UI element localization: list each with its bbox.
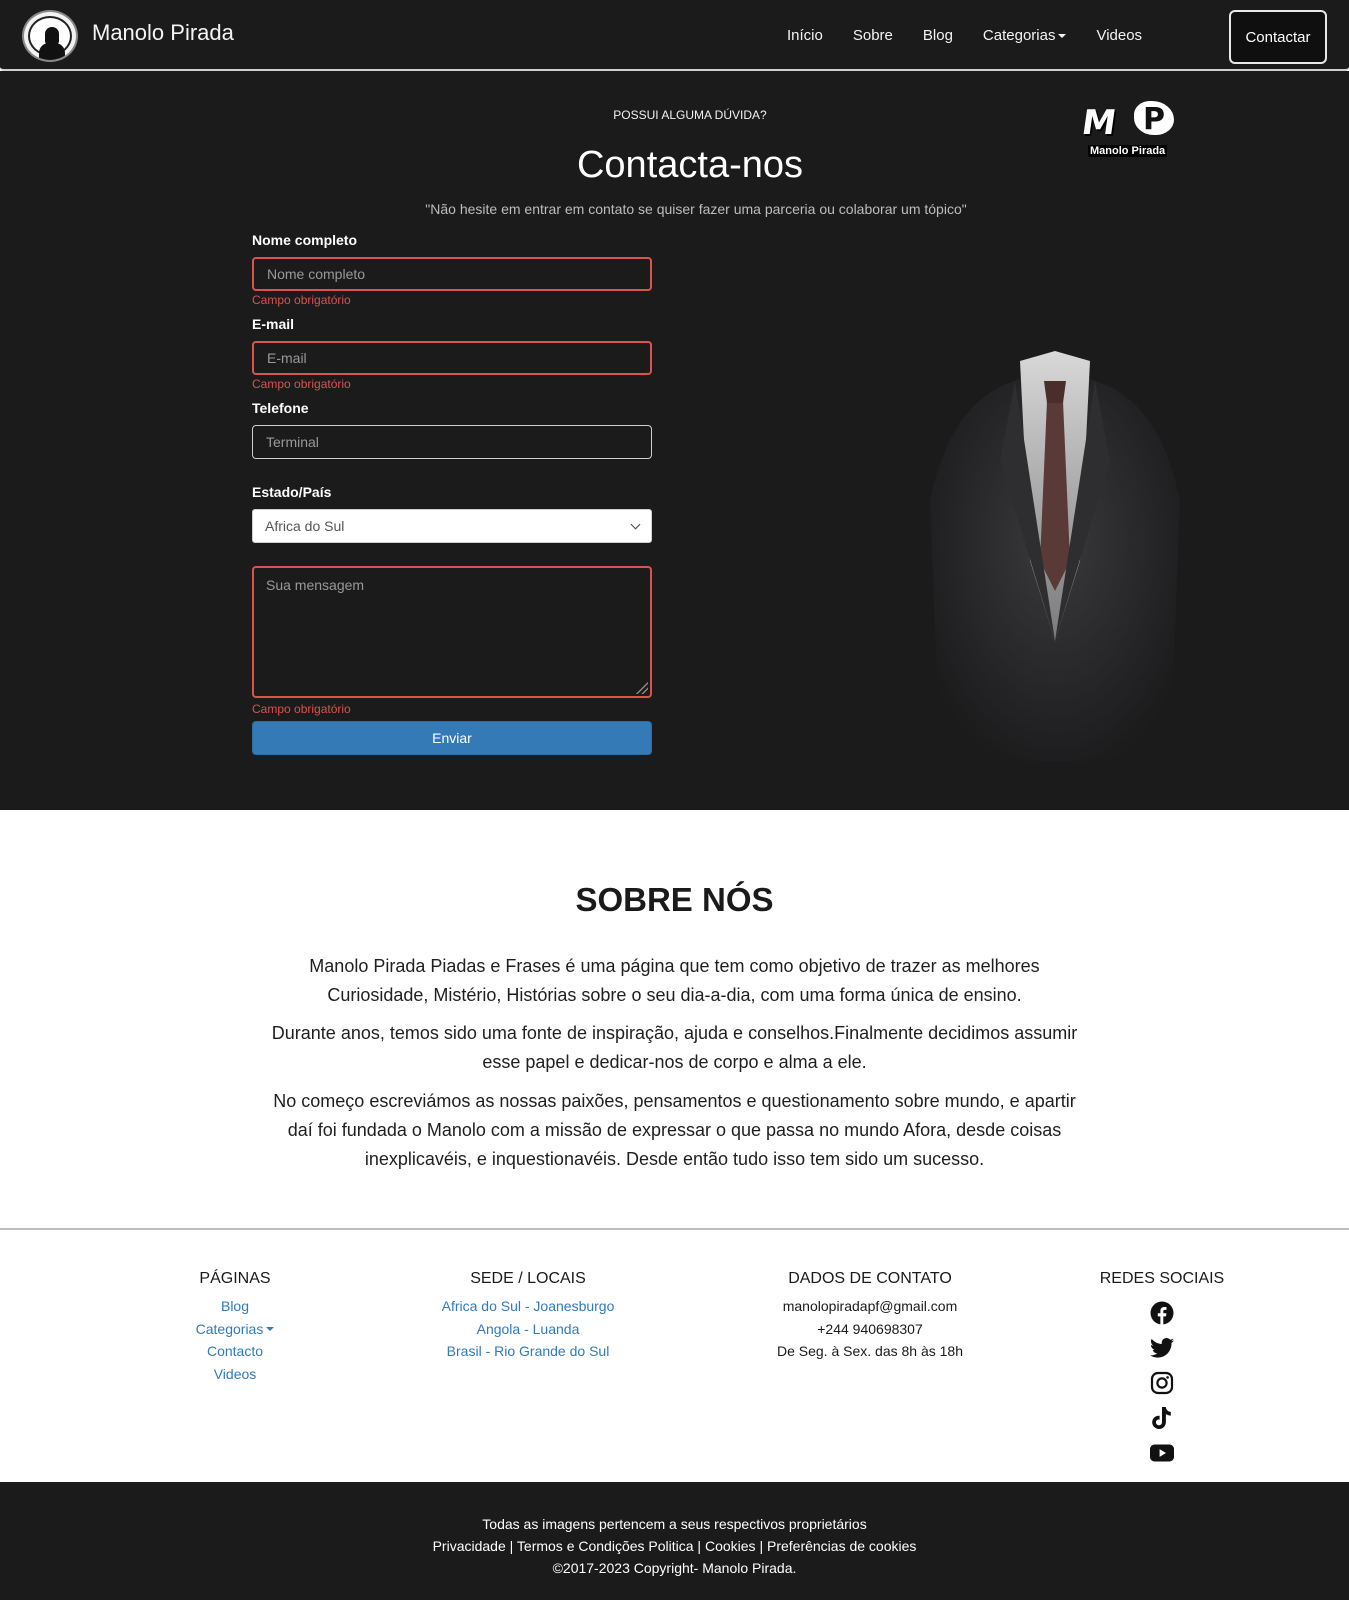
nav-link-categorias[interactable]: Categorias: [983, 27, 1067, 44]
footer-link-label: Angola - Luanda: [476, 1320, 580, 1337]
name-error: Campo obrigatório: [252, 293, 351, 307]
footer-contact-email: manolopiradapf@gmail.com: [782, 1298, 958, 1314]
footer-link-contacto[interactable]: Contacto: [135, 1340, 335, 1363]
logo-text: Manolo Pirada: [1088, 145, 1168, 157]
preferencias-cookies-link[interactable]: Preferências de cookies: [767, 1538, 916, 1554]
contact-section: POSSUI ALGUMA DÚVIDA? Contacta-nos "Não …: [0, 71, 1349, 810]
tiktok-icon[interactable]: [1149, 1405, 1175, 1431]
message-textarea[interactable]: Sua mensagem: [252, 566, 652, 698]
about-section: SOBRE NÓS Manolo Pirada Piadas e Frases …: [0, 810, 1349, 1228]
footer-link-categorias[interactable]: Categorias: [135, 1318, 335, 1341]
legal-links: Privacidade | Termos e Condições Politic…: [0, 1538, 1349, 1554]
brand-logo-icon[interactable]: [22, 10, 78, 62]
nav-link-label: Videos: [1096, 27, 1143, 44]
nav-link-label: Sobre: [852, 27, 893, 44]
footer-link-label: Brasil - Rio Grande do Sul: [446, 1343, 610, 1359]
name-label: Nome completo: [252, 232, 358, 248]
facebook-icon[interactable]: [1149, 1300, 1175, 1326]
nav-link-label: Início: [787, 27, 823, 44]
footer-location-luanda[interactable]: Angola - Luanda: [398, 1318, 658, 1341]
message-placeholder: Sua mensagem: [266, 577, 365, 593]
copyright-text: ©2017-2023 Copyright- Manolo Pirada.: [552, 1560, 797, 1576]
instagram-icon[interactable]: [1149, 1370, 1175, 1396]
country-select-value: Africa do Sul: [265, 518, 345, 534]
enviar-button[interactable]: Enviar: [252, 721, 652, 755]
footer-social-column: REDES SOCIAIS: [1082, 1270, 1242, 1475]
phone-input[interactable]: Terminal: [252, 425, 652, 459]
caret-down-icon: [1058, 33, 1067, 38]
footer-link-label: Videos: [213, 1365, 257, 1382]
termos-link[interactable]: Termos e Condições Politica: [517, 1538, 694, 1554]
footer-social-heading: REDES SOCIAIS: [1099, 1270, 1225, 1287]
phone-label: Telefone: [252, 400, 309, 416]
youtube-icon[interactable]: [1149, 1440, 1175, 1466]
footer-location-rio-grande[interactable]: Brasil - Rio Grande do Sul: [398, 1340, 658, 1363]
footer-divider: [0, 1228, 1349, 1230]
privacidade-link[interactable]: Privacidade: [433, 1538, 506, 1554]
suit-illustration: [930, 351, 1180, 761]
footer-locations-heading: SEDE / LOCAIS: [470, 1270, 586, 1287]
resize-handle-icon[interactable]: [636, 682, 648, 694]
footer-locations-column: SEDE / LOCAIS Africa do Sul - Joanesburg…: [398, 1270, 658, 1363]
nav-link-inicio[interactable]: Início: [787, 27, 823, 44]
twitter-icon[interactable]: [1149, 1335, 1175, 1361]
name-input[interactable]: Nome completo: [252, 257, 652, 291]
footer-link-videos[interactable]: Videos: [135, 1363, 335, 1386]
bottom-bar: Todas as imagens pertencem a seus respec…: [0, 1482, 1349, 1600]
manolo-pirada-logo: M P Manolo Pirada: [1078, 101, 1182, 163]
email-error: Campo obrigatório: [252, 377, 351, 391]
main-nav: Início Sobre Blog Categorias Videos: [787, 27, 1172, 44]
nav-link-sobre[interactable]: Sobre: [853, 27, 893, 44]
email-label: E-mail: [252, 316, 295, 332]
cookies-link[interactable]: Cookies: [705, 1538, 756, 1554]
contactar-button[interactable]: Contactar: [1229, 10, 1327, 64]
country-select[interactable]: Africa do Sul: [252, 509, 652, 543]
separator: |: [693, 1538, 705, 1554]
nav-link-blog[interactable]: Blog: [923, 27, 953, 44]
about-title: SOBRE NÓS: [575, 881, 774, 918]
navbar: Manolo Pirada Início Sobre Blog Categori…: [0, 0, 1349, 71]
footer-location-joanesburgo[interactable]: Africa do Sul - Joanesburgo: [398, 1295, 658, 1318]
footer-contact-hours: De Seg. à Sex. das 8h às 18h: [776, 1343, 963, 1359]
nav-link-label: Categorias: [982, 27, 1056, 44]
brand-name[interactable]: Manolo Pirada: [92, 20, 234, 46]
about-paragraph: No começo escreviámos as nossas paixões,…: [273, 1091, 1076, 1169]
separator: |: [755, 1538, 767, 1554]
email-input[interactable]: E-mail: [252, 341, 652, 375]
footer-link-blog[interactable]: Blog: [135, 1295, 335, 1318]
footer-contact-phone: +244 940698307: [817, 1320, 923, 1337]
caret-down-icon: [266, 1326, 275, 1331]
rights-text: Todas as imagens pertencem a seus respec…: [482, 1516, 867, 1532]
message-error: Campo obrigatório: [252, 702, 351, 716]
about-paragraph: Durante anos, temos sido uma fonte de in…: [271, 1023, 1078, 1072]
footer-pages-heading: PÁGINAS: [199, 1270, 271, 1287]
footer-pages-column: PÁGINAS Blog Categorias Contacto Videos: [135, 1270, 335, 1385]
separator: |: [505, 1538, 517, 1554]
chevron-down-icon: [630, 519, 641, 529]
nav-link-label: Blog: [922, 27, 953, 44]
footer-contact-heading: DADOS DE CONTATO: [788, 1270, 952, 1287]
about-paragraph: Manolo Pirada Piadas e Frases é uma pági…: [309, 956, 1040, 1005]
footer-link-label: Africa do Sul - Joanesburgo: [441, 1298, 615, 1314]
nav-link-videos[interactable]: Videos: [1096, 27, 1142, 44]
footer-link-label: Blog: [220, 1298, 250, 1314]
country-label: Estado/País: [252, 484, 332, 500]
contact-subtitle: "Não hesite em entrar em contato se quis…: [425, 201, 967, 217]
footer-link-label: Contacto: [206, 1343, 264, 1359]
footer-contact-column: DADOS DE CONTATO manolopiradapf@gmail.co…: [740, 1270, 1000, 1363]
footer-link-label: Categorias: [195, 1320, 264, 1337]
